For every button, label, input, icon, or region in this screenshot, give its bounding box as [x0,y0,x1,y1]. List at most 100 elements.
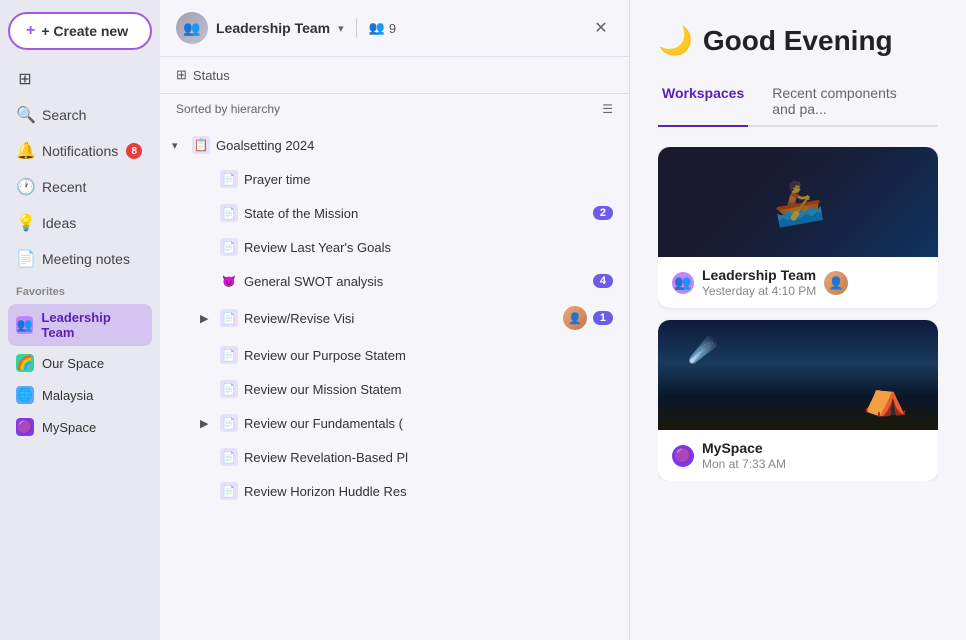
search-label: Search [42,107,86,123]
revise-page-icon: 📄 [220,309,238,327]
sidebar-item-search[interactable]: 🔍 Search [8,98,152,132]
plus-icon: + [26,22,35,40]
swot-page-icon: 😈 [220,272,238,290]
card-myspace[interactable]: 🟣 MySpace Mon at 7:33 AM [658,320,938,481]
card-leadership-footer: 👥 Leadership Team Yesterday at 4:10 PM 👤 [658,257,938,308]
prayer-label: Prayer time [244,172,613,187]
prayer-page-icon: 📄 [220,170,238,188]
list-item-state-mission[interactable]: 📄 State of the Mission 2 [160,196,629,230]
list-item-review-mission[interactable]: 📄 Review our Mission Statem [160,372,629,406]
ourspace-icon: 🌈 [16,354,34,372]
revise-label: Review/Revise Visi [244,311,557,326]
sidebar-item-recent[interactable]: 🕐 Recent [8,170,152,204]
mission-badge: 2 [593,206,613,220]
fav-item-ourspace[interactable]: 🌈 Our Space [8,348,152,378]
purpose-label: Review our Purpose Statem [244,348,613,363]
horizon-label: Review Horizon Huddle Res [244,484,613,499]
chevron-down-icon[interactable]: ▾ [338,22,344,35]
mission-label: State of the Mission [244,206,587,221]
card-myspace-icon: 🟣 [672,445,694,467]
fav-item-malaysia[interactable]: 🌐 Malaysia [8,380,152,410]
review-last-page-icon: 📄 [220,238,238,256]
leadership-icon: 👥 [16,316,33,334]
doc-icon: 📄 [16,249,34,269]
moon-icon: 🌙 [658,24,693,57]
revise-badge: 1 [593,311,613,325]
notifications-label: Notifications [42,143,118,159]
swot-badge: 4 [593,274,613,288]
list-item-goalsetting[interactable]: ▾ 📋 Goalsetting 2024 ··· [160,128,629,162]
mission2-page-icon: 📄 [220,380,238,398]
sidebar: + + Create new ⊞ 🔍 Search 🔔 Notification… [0,0,160,640]
sidebar-item-ideas[interactable]: 💡 Ideas [8,206,152,240]
fundamentals-page-icon: 📄 [220,414,238,432]
status-grid-icon: ⊞ [176,67,187,83]
workspace-cards: 👥 Leadership Team Yesterday at 4:10 PM 👤… [658,147,938,481]
sort-label: Sorted by hierarchy [176,102,280,116]
panel-divider [356,18,357,38]
sidebar-item-notifications[interactable]: 🔔 Notifications 8 [8,134,152,168]
status-label: Status [193,68,230,83]
list-item-prayer-time[interactable]: 📄 Prayer time [160,162,629,196]
card-myspace-meta: MySpace Mon at 7:33 AM [702,440,786,471]
filter-icon[interactable]: ☰ [602,102,613,116]
mission-page-icon: 📄 [220,204,238,222]
card-leadership-image [658,147,938,257]
panel-title: Leadership Team [216,20,330,36]
card-leadership[interactable]: 👥 Leadership Team Yesterday at 4:10 PM 👤 [658,147,938,308]
panel-list: ▾ 📋 Goalsetting 2024 ··· 📄 Prayer time 📄… [160,124,629,640]
list-item-review-revise[interactable]: ▶ 📄 Review/Revise Visi 👤 1 [160,298,629,338]
card-myspace-time: Mon at 7:33 AM [702,457,786,471]
main-content: 🌙 Good Evening Workspaces Recent compone… [630,0,966,640]
panel-header: 👥 Leadership Team ▾ 👥 9 ✕ [160,0,629,57]
panel-members: 👥 9 [369,20,396,36]
panel-close-button[interactable]: ✕ [589,16,613,40]
panel-status-row[interactable]: ⊞ Status [160,57,629,94]
list-item-review-fundamentals[interactable]: ▶ 📄 Review our Fundamentals ( [160,406,629,440]
panel-avatar: 👥 [176,12,208,44]
horizon-page-icon: 📄 [220,482,238,500]
create-new-label: + Create new [41,23,128,39]
swot-label: General SWOT analysis [244,274,587,289]
panel: 👥 Leadership Team ▾ 👥 9 ✕ ⊞ Status Sorte… [160,0,630,640]
list-item-review-last-year[interactable]: 📄 Review Last Year's Goals [160,230,629,264]
malaysia-icon: 🌐 [16,386,34,404]
member-count: 9 [389,21,396,36]
recent-label: Recent [42,179,86,195]
sidebar-item-home[interactable]: ⊞ [8,62,152,96]
expand-arrow-fund-icon[interactable]: ▶ [200,417,214,430]
card-leadership-icon: 👥 [672,272,694,294]
card-myspace-image [658,320,938,430]
card-leadership-meta: Leadership Team Yesterday at 4:10 PM [702,267,816,298]
fav-item-myspace[interactable]: 🟣 MySpace [8,412,152,442]
revelation-label: Review Revelation-Based Pl [244,450,613,465]
notification-badge: 8 [126,143,142,159]
sidebar-item-meeting-notes[interactable]: 📄 Meeting notes [8,242,152,276]
create-new-button[interactable]: + + Create new [8,12,152,50]
greeting-text: Good Evening [703,25,893,57]
list-item-review-purpose[interactable]: 📄 Review our Purpose Statem [160,338,629,372]
bell-icon: 🔔 [16,141,34,161]
purpose-page-icon: 📄 [220,346,238,364]
greeting-header: 🌙 Good Evening [658,24,938,57]
fundamentals-label: Review our Fundamentals ( [244,416,613,431]
revelation-page-icon: 📄 [220,448,238,466]
review-last-label: Review Last Year's Goals [244,240,613,255]
fav-item-leadership[interactable]: 👥 Leadership Team [8,304,152,346]
mission2-label: Review our Mission Statem [244,382,613,397]
goalsetting-label: Goalsetting 2024 [216,138,591,153]
goalsetting-page-icon: 📋 [192,136,210,154]
tab-workspaces[interactable]: Workspaces [658,77,748,127]
fav-myspace-label: MySpace [42,420,96,435]
fav-malaysia-label: Malaysia [42,388,93,403]
list-item-review-horizon[interactable]: 📄 Review Horizon Huddle Res [160,474,629,508]
list-item-review-revelation[interactable]: 📄 Review Revelation-Based Pl [160,440,629,474]
tab-recent[interactable]: Recent components and pa... [768,77,918,127]
fav-ourspace-label: Our Space [42,356,104,371]
list-item-swot[interactable]: 😈 General SWOT analysis 4 [160,264,629,298]
expand-arrow-revise-icon[interactable]: ▶ [200,312,214,325]
clock-icon: 🕐 [16,177,34,197]
myspace-icon: 🟣 [16,418,34,436]
panel-sort-bar: Sorted by hierarchy ☰ [160,94,629,124]
bulb-icon: 💡 [16,213,34,233]
